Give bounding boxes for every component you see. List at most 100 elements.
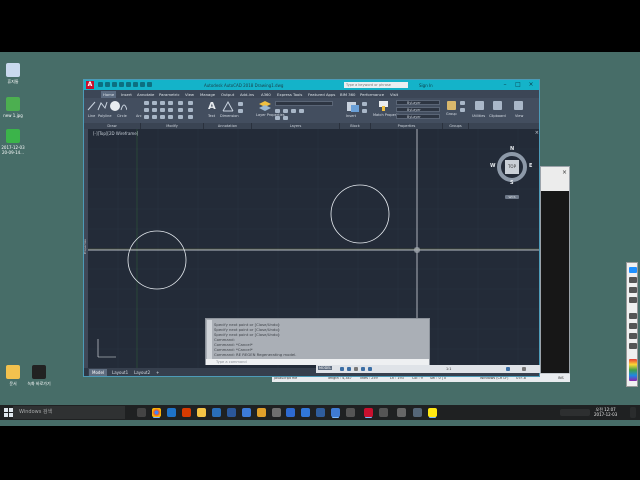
close-icon[interactable]: × (562, 169, 567, 176)
circle-tool[interactable]: Circle (117, 114, 127, 118)
scale-icon[interactable] (152, 115, 157, 119)
group-icon[interactable] (447, 101, 456, 110)
copy-icon[interactable] (144, 108, 149, 112)
trim-extend-icon[interactable] (178, 101, 183, 105)
word-icon[interactable] (227, 408, 236, 417)
pedit-icon[interactable] (188, 115, 193, 119)
erase-icon[interactable] (168, 101, 173, 105)
group-edit-icon[interactable] (460, 108, 465, 112)
autocad-icon[interactable] (364, 408, 373, 417)
dimension-tool-icon[interactable] (222, 100, 234, 112)
redo-icon[interactable] (629, 323, 637, 329)
break-icon[interactable] (188, 101, 193, 105)
tab-visit[interactable]: Visit (390, 92, 398, 97)
tab-featured-apps[interactable]: Featured Apps (308, 92, 335, 97)
ungroup-icon[interactable] (460, 101, 465, 105)
table-icon[interactable] (238, 109, 243, 113)
grid-toggle-icon[interactable] (340, 367, 344, 371)
chrome-icon[interactable] (152, 408, 161, 417)
group-button[interactable]: Group (446, 112, 457, 116)
tab-model[interactable]: Model (89, 369, 108, 376)
color-dropdown[interactable]: ByLayer (396, 100, 440, 105)
mirror-icon[interactable] (152, 108, 157, 112)
edge-icon[interactable] (242, 408, 251, 417)
save-icon[interactable] (112, 82, 117, 87)
undo-icon[interactable] (133, 82, 138, 87)
layer-lock-icon[interactable] (291, 109, 296, 113)
compass-west[interactable]: W (490, 163, 496, 169)
make-current-icon[interactable] (275, 116, 280, 120)
mail-icon[interactable] (167, 408, 176, 417)
color-swatch-icon[interactable] (629, 359, 637, 381)
snap-toggle-icon[interactable] (347, 367, 351, 371)
trim-icon[interactable] (160, 101, 165, 105)
viewcube-top[interactable]: TOP (505, 160, 519, 174)
settings-icon[interactable] (272, 408, 281, 417)
maximize-icon[interactable]: □ (513, 81, 523, 89)
new-icon[interactable] (98, 82, 103, 87)
model-space-toggle[interactable]: MODEL (318, 366, 333, 370)
redo-icon[interactable] (140, 82, 145, 87)
arc-tool[interactable]: Arc (136, 114, 142, 118)
task-view-icon[interactable] (137, 408, 146, 417)
viewport-controls[interactable]: [-][Top][2D Wireframe] (93, 131, 138, 136)
search-input[interactable]: Type a keyword or phrase (344, 82, 408, 88)
rotate-icon[interactable] (152, 101, 157, 105)
layer-dropdown[interactable] (275, 101, 333, 106)
clipboard-icon[interactable] (493, 101, 502, 110)
insert-block-icon[interactable] (346, 101, 360, 113)
explorer-icon[interactable] (257, 408, 266, 417)
plot-icon[interactable] (126, 82, 131, 87)
notification-icon[interactable] (630, 407, 636, 418)
taskbar-search-input[interactable]: Windows 검색 (13, 406, 125, 419)
gimp-icon[interactable] (397, 408, 406, 417)
maps-icon[interactable] (379, 408, 388, 417)
match-properties-icon[interactable] (376, 100, 390, 112)
media-icon[interactable] (286, 408, 295, 417)
camera-icon[interactable] (629, 343, 637, 349)
offset-icon[interactable] (168, 115, 173, 119)
stretch-icon[interactable] (144, 115, 149, 119)
layer-properties-icon[interactable] (258, 100, 272, 112)
tab-express-tools[interactable]: Express Tools (277, 92, 302, 97)
insert-block-button[interactable]: Insert (346, 114, 356, 118)
kakaotalk-icon[interactable] (428, 408, 437, 417)
tab-view[interactable]: View (185, 92, 194, 97)
sign-in-link[interactable]: Sign In (419, 83, 433, 88)
autocad-logo-icon[interactable]: A (86, 81, 94, 89)
tab-manage[interactable]: Manage (200, 92, 215, 97)
save-as-icon[interactable] (119, 82, 124, 87)
tab-layout1[interactable]: Layout1 (109, 369, 131, 376)
firefox-icon[interactable] (331, 408, 340, 417)
view-button[interactable]: View (515, 114, 523, 118)
create-block-icon[interactable] (362, 102, 367, 106)
open-icon[interactable] (105, 82, 110, 87)
desktop-icon-recycle-bin[interactable]: 휴지통 (1, 63, 25, 84)
annotation-scale[interactable]: 1:1 (446, 367, 451, 371)
tab-insert[interactable]: Insert (121, 92, 132, 97)
store-icon[interactable] (212, 408, 221, 417)
layer-properties-button[interactable]: Layer Properties (256, 113, 285, 117)
desktop-icon-shortcut[interactable]: 녹화 바로가기 (27, 365, 51, 386)
polyline-tool[interactable]: Polyline (98, 114, 112, 118)
lengthen-icon[interactable] (188, 108, 193, 112)
tab-bim360[interactable]: BIM 360 (340, 92, 355, 97)
layer-on-icon[interactable] (275, 109, 280, 113)
app-icon[interactable] (316, 408, 325, 417)
clipboard-button[interactable]: Clipboard (489, 114, 506, 118)
office-icon[interactable] (182, 408, 191, 417)
utilities-button[interactable]: Utilities (472, 114, 485, 118)
fillet-icon[interactable] (160, 108, 165, 112)
compass-north[interactable]: N (510, 146, 514, 152)
share-icon[interactable] (147, 82, 152, 87)
tab-layout2[interactable]: Layout2 (131, 369, 153, 376)
app2-icon[interactable] (346, 408, 355, 417)
tab-home[interactable]: Home (101, 91, 117, 98)
tab-annotate[interactable]: Annotate (137, 92, 154, 97)
view-icon[interactable] (514, 101, 523, 110)
system-tray-icons[interactable] (560, 409, 590, 416)
close-icon[interactable]: × (526, 81, 536, 89)
clock[interactable]: 오전 12:07 2017-12-03 (594, 407, 617, 417)
line-tool[interactable]: Line (88, 114, 95, 118)
chamfer-icon[interactable] (178, 108, 183, 112)
